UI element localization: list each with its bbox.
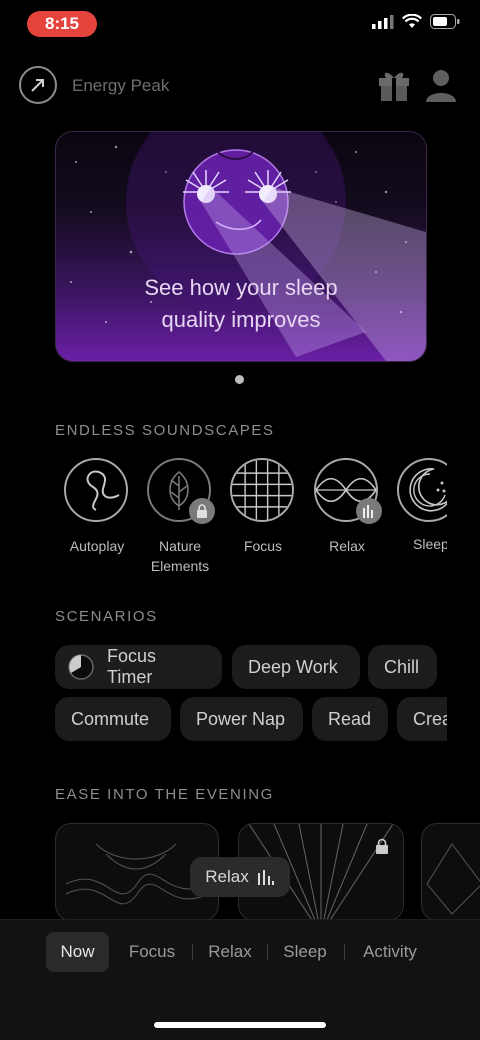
signal-icon	[372, 14, 394, 29]
chip-commute[interactable]: Commute	[55, 697, 171, 741]
nav-divider	[267, 944, 268, 960]
nav-relax[interactable]: Relax	[200, 932, 260, 972]
wave-icon	[314, 458, 382, 524]
grid-icon	[230, 458, 294, 522]
now-playing-label: Relax	[205, 867, 249, 886]
soundscapes-title: ENDLESS SOUNDSCAPES	[55, 422, 275, 439]
nav-label: Focus	[128, 942, 176, 961]
chip-power-nap[interactable]: Power Nap	[180, 697, 303, 741]
chip-chill[interactable]: Chill	[368, 645, 437, 689]
evening-card-3[interactable]	[421, 823, 480, 921]
scape-label-line-2: Elements	[150, 558, 210, 574]
nav-sleep[interactable]: Sleep	[275, 932, 335, 972]
sleep-quality-banner[interactable]: See how your sleep quality improves	[55, 131, 427, 362]
scape-label: Sleep	[413, 536, 447, 552]
chip-label: Commute	[71, 708, 150, 729]
scenarios-title: SCENARIOS	[55, 608, 158, 625]
nav-focus[interactable]: Focus	[120, 932, 184, 972]
arrow-up-right-icon	[31, 79, 44, 92]
nav-activity[interactable]: Activity	[352, 932, 428, 972]
equalizer-icon	[257, 870, 274, 885]
energy-peak-icon[interactable]	[19, 66, 57, 104]
nav-now[interactable]: Now	[46, 932, 109, 972]
banner-line-1: See how your sleep	[144, 275, 338, 300]
chip-create-clip: Create	[397, 697, 447, 741]
nav-divider	[192, 944, 193, 960]
profile-icon[interactable]	[424, 68, 458, 107]
home-indicator[interactable]	[154, 1022, 326, 1028]
soundscape-relax[interactable]: Relax	[314, 458, 382, 556]
soundscape-focus[interactable]: Focus	[230, 458, 296, 556]
chip-read[interactable]: Read	[312, 697, 388, 741]
chip-focus-timer[interactable]: Focus Timer	[55, 645, 222, 689]
moon-icon	[397, 458, 447, 522]
banner-text: See how your sleep quality improves	[56, 272, 426, 336]
soundscape-nature-elements[interactable]: Nature Elements	[147, 458, 215, 576]
carousel-dot[interactable]	[235, 375, 244, 384]
chip-label: Create	[413, 708, 447, 729]
battery-icon	[430, 14, 460, 29]
evening-title: EASE INTO THE EVENING	[55, 786, 274, 803]
chip-label: Deep Work	[248, 656, 338, 677]
chip-label: Read	[328, 708, 372, 729]
soundscape-sleep[interactable]: Sleep	[397, 458, 447, 588]
nav-label: Activity	[363, 942, 417, 961]
wifi-icon	[402, 14, 422, 28]
chip-label: Chill	[384, 656, 420, 677]
chip-label: Focus Timer	[107, 646, 157, 687]
scape-label: Relax	[329, 538, 365, 554]
geometric-art-icon	[426, 843, 480, 915]
chip-create[interactable]: Create	[397, 697, 447, 741]
nav-label: Relax	[208, 942, 252, 961]
chip-label: Power Nap	[196, 708, 286, 729]
clock-time: 8:15	[44, 14, 80, 33]
gift-icon[interactable]	[378, 68, 410, 107]
status-icons	[372, 14, 460, 29]
nav-label: Now	[60, 942, 95, 961]
energy-peak-label[interactable]: Energy Peak	[72, 76, 169, 96]
nav-divider	[344, 944, 345, 960]
playing-bars-icon	[356, 498, 382, 524]
timer-icon	[68, 654, 94, 680]
lock-icon	[375, 838, 389, 859]
banner-line-2: quality improves	[161, 307, 321, 332]
lock-icon	[189, 498, 215, 524]
autoplay-icon	[64, 458, 128, 522]
now-playing-pill[interactable]: Relax	[190, 857, 290, 897]
time-pill[interactable]: 8:15	[27, 11, 97, 37]
leaf-icon	[147, 458, 215, 524]
soundscape-autoplay[interactable]: Autoplay	[64, 458, 130, 556]
nav-label: Sleep	[283, 942, 327, 961]
chip-deep-work[interactable]: Deep Work	[232, 645, 360, 689]
